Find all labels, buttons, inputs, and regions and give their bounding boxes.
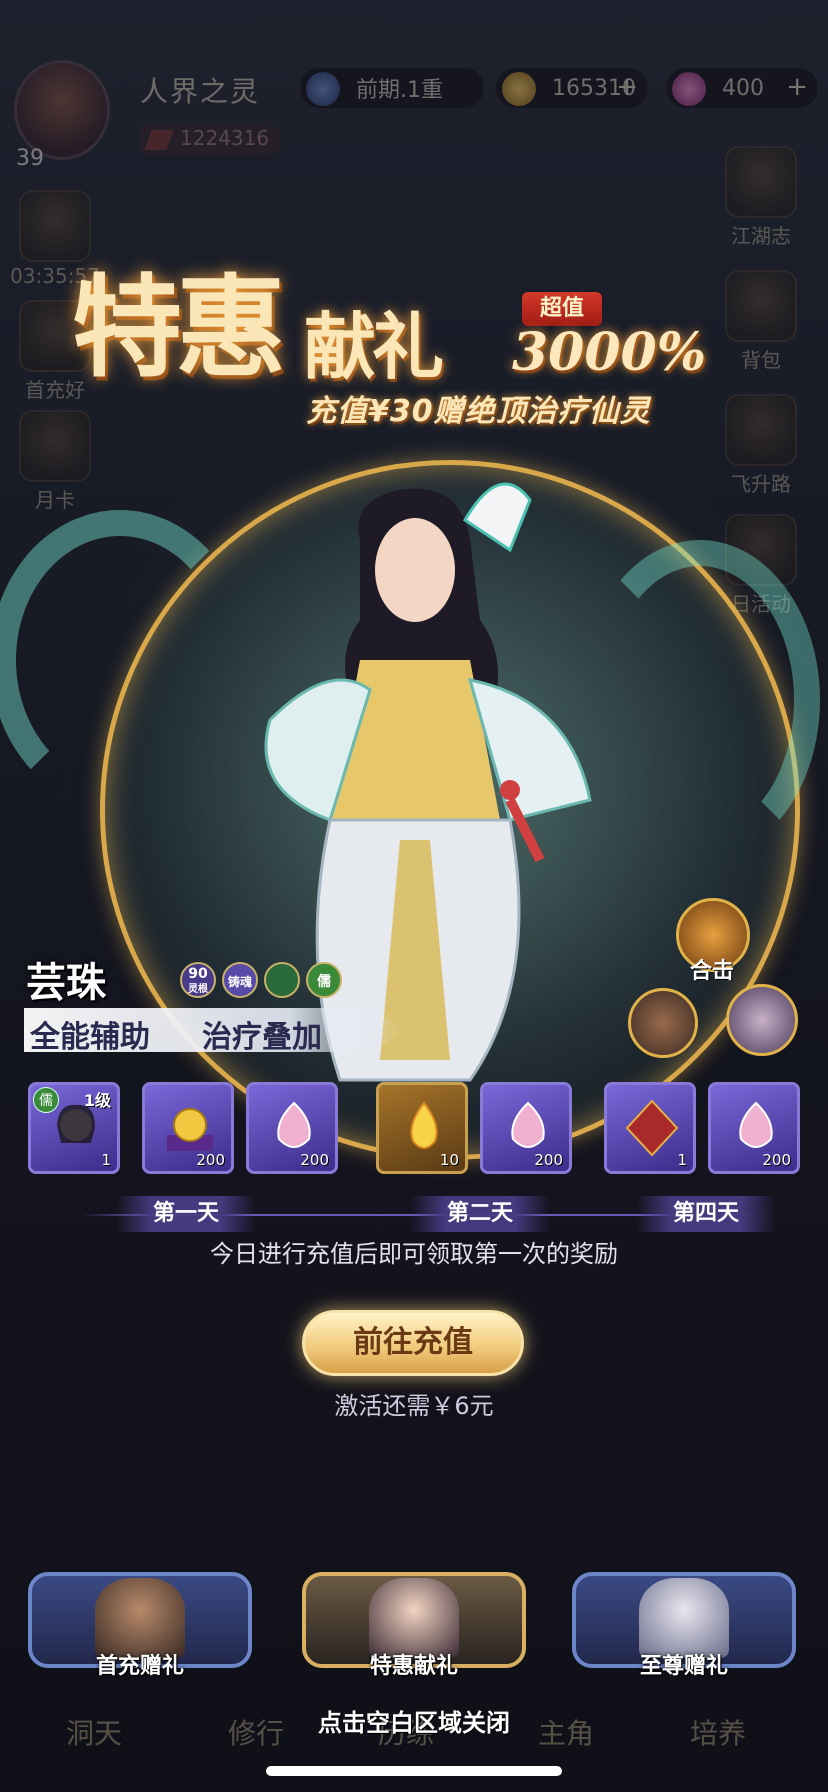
activation-requirement: 激活还需￥6元	[334, 1392, 494, 1420]
reward-crystal[interactable]: 200	[480, 1082, 572, 1174]
elder-portrait-icon	[639, 1578, 729, 1658]
day-labels: 第一天 第二天 第四天	[0, 1196, 828, 1236]
golden-orb-icon	[167, 1108, 213, 1151]
hero-figure	[264, 482, 592, 1082]
go-recharge-button[interactable]: 前往充值	[302, 1310, 524, 1376]
reward-count: 10	[439, 1151, 459, 1169]
reward-token[interactable]: 1	[604, 1082, 696, 1174]
tab-first-recharge-label: 首充赠礼	[95, 1654, 184, 1679]
banner-subtitle: 充值¥30赠绝顶治疗仙灵	[306, 394, 651, 429]
reward-count: 200	[196, 1151, 225, 1169]
reward-hero-card[interactable]: 儒 1级 1	[28, 1082, 120, 1174]
reward-count: 200	[762, 1151, 791, 1169]
reward-count: 1	[101, 1151, 111, 1169]
reward-flame[interactable]: 10	[376, 1082, 468, 1174]
hero-tags: 全能辅助 治疗叠加	[24, 1008, 404, 1052]
day-two-label: 第二天	[410, 1196, 550, 1232]
reward-crystal[interactable]: 200	[246, 1082, 338, 1174]
reward-class-badge: 儒	[33, 1087, 59, 1113]
combo-label: 合击	[690, 959, 735, 984]
spirit-root-value: 90	[188, 966, 208, 982]
cast-soul-badge[interactable]: 铸魂	[222, 962, 258, 998]
tag-all-round-support: 全能辅助	[30, 1020, 150, 1055]
day-four-label: 第四天	[636, 1196, 776, 1232]
reward-orb[interactable]: 200	[142, 1082, 234, 1174]
talisman-icon	[625, 1099, 679, 1157]
combo-attack[interactable]: 合击	[628, 898, 798, 1058]
tab-supreme-gift-label: 至尊赠礼	[639, 1654, 728, 1679]
partner-avatar	[628, 988, 698, 1058]
crystal-icon	[511, 1101, 545, 1148]
close-hint: 点击空白区域关闭	[318, 1709, 510, 1737]
lotus-icon[interactable]	[264, 962, 300, 998]
value-tag: 超值	[522, 292, 602, 326]
warrior-portrait-icon	[95, 1578, 185, 1658]
reward-level: 1级	[83, 1091, 111, 1110]
reward-description: 今日进行充值后即可领取第一次的奖励	[210, 1240, 618, 1268]
spirit-root-label: 灵根	[188, 984, 208, 995]
value-percent: 3000%	[512, 322, 707, 383]
reward-crystal[interactable]: 200	[708, 1082, 800, 1174]
reward-count: 200	[534, 1151, 563, 1169]
reward-row: 儒 1级 1 200 200 10 200 1 200	[0, 1082, 828, 1182]
heroine-portrait-icon	[369, 1578, 459, 1658]
crystal-icon	[739, 1101, 773, 1148]
spirit-root-badge[interactable]: 90 灵根	[180, 962, 216, 998]
tag-heal-stack: 治疗叠加	[202, 1020, 322, 1055]
tab-first-recharge[interactable]: 首充赠礼	[28, 1572, 252, 1679]
tab-special-gift-label: 特惠献礼	[369, 1654, 458, 1679]
home-indicator[interactable]	[266, 1766, 562, 1776]
hero-name: 芸珠	[26, 960, 106, 1006]
hero-avatar	[726, 984, 798, 1056]
tab-special-gift[interactable]: 特惠献礼	[302, 1572, 526, 1679]
reward-count: 200	[300, 1151, 329, 1169]
crystal-icon	[277, 1101, 311, 1148]
day-one-label: 第一天	[116, 1196, 256, 1232]
hero-badges: 90 灵根 铸魂 儒	[180, 962, 342, 998]
flame-icon	[410, 1101, 438, 1149]
tab-supreme-gift[interactable]: 至尊赠礼	[572, 1572, 796, 1679]
banner-title-big: 特惠	[72, 263, 286, 392]
reward-count: 1	[677, 1151, 687, 1169]
banner-title-mid: 献礼	[304, 304, 444, 389]
class-badge[interactable]: 儒	[306, 962, 342, 998]
